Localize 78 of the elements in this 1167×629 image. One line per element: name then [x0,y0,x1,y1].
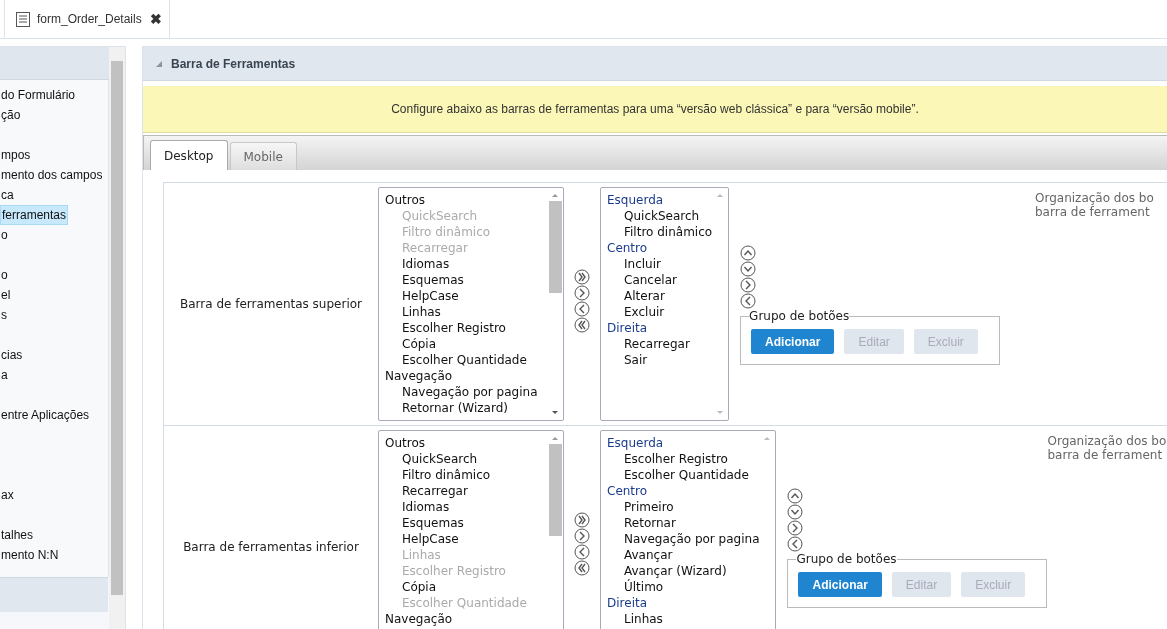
help-text: barra de ferrament [1047,448,1164,462]
list-option[interactable]: Retornar [607,515,760,531]
tab-title: form_Order_Details [37,12,142,26]
list-group-label: Centro [607,240,649,256]
sidebar-item[interactable]: mento dos campos [0,166,104,184]
tab[interactable]: Desktop [150,140,228,170]
panel-title: Barra de Ferramentas [171,56,296,71]
sidebar-item[interactable]: talhes [0,526,35,544]
list-option[interactable]: Escolher Registro [385,320,547,336]
list-option[interactable]: Último [607,579,760,595]
document-tab[interactable]: form_Order_Details ✖ [4,0,170,38]
sidebar-item[interactable]: mpos [0,146,32,164]
list-box[interactable]: Esquerda Escolher Registro Escolher Quantidade Centro Primeiro Retornar Navegação por pagina Avançar Avançar (Wizard) Último Direita Linhas [600,430,777,629]
list-option[interactable]: Esquemas [385,272,547,288]
list-option[interactable]: Navegação por pagina [607,531,760,547]
sidebar-item[interactable]: ção [0,106,22,124]
list-option[interactable]: Linhas [607,611,760,627]
list-option[interactable]: Esquemas [385,515,547,531]
row-label: Barra de ferramentas superior [179,297,362,311]
list-option[interactable]: Incluir [607,256,713,272]
help-text: Organização dos bo [1047,434,1167,448]
sidebar-item[interactable]: o [0,226,9,244]
list-option[interactable]: Recarregar [607,336,713,352]
list-option[interactable]: Escolher Quantidade [385,352,547,368]
list-box[interactable]: Esquerda QuickSearch Filtro dinâmico Centro Incluir Cancelar Alterar Excluir Direita Recarregar Sair [600,187,730,421]
group-legend: Grupo de botões [796,552,897,566]
list-option[interactable]: Escolher Registro [607,451,760,467]
list-group-label: Outros [385,192,427,208]
list-option[interactable]: Cópia [385,336,547,352]
list-option[interactable]: Idiomas [385,256,547,272]
help-text: barra de ferrament [1035,205,1151,219]
group-action-button[interactable]: Adicionar [751,329,835,354]
list-option[interactable]: Alterar [607,288,713,304]
list-option[interactable]: Excluir [607,304,713,320]
list-option[interactable]: Avançar (Wizard) [607,563,760,579]
sidebar-item[interactable]: ax [0,486,15,504]
list-option[interactable]: HelpCase [385,288,547,304]
sidebar-item[interactable]: ca [0,186,15,204]
sidebar-item[interactable]: mento N:N [0,546,60,564]
row-label: Barra de ferramentas inferior [183,540,359,554]
help-text: Organização dos bo [1035,191,1155,205]
list-option[interactable]: HelpCase [385,531,547,547]
list-option[interactable]: Primeiro [607,499,760,515]
list-group-label: Navegação [385,611,454,627]
tab[interactable]: Mobile [229,142,297,170]
notice-text: Configure abaixo as barras de ferramentas para uma “versão web clássica” e para “versão mobile”. [391,102,919,116]
list-group-label: Direita [607,320,649,336]
list-option[interactable]: Linhas [385,304,547,320]
list-option[interactable]: Recarregar [385,483,547,499]
list-group-label: Esquerda [607,435,665,451]
sidebar-item[interactable]: ferramentas [0,205,69,225]
list-option[interactable]: QuickSearch [607,208,713,224]
list-option[interactable]: Filtro dinâmico [385,467,547,483]
list-option[interactable]: Cópia [385,579,547,595]
list-option[interactable]: QuickSearch [385,451,547,467]
list-group-label: Navegação [385,368,454,384]
list-option[interactable]: Navegação por pagina [385,384,547,400]
list-option[interactable]: Retornar (Wizard) [385,400,547,416]
list-group-label: Esquerda [607,192,665,208]
group-legend: Grupo de botões [749,309,850,323]
sidebar-item[interactable]: do Formulário [0,86,77,104]
sidebar-item[interactable]: o [0,266,9,284]
sidebar-item[interactable]: s [0,306,8,324]
list-group-label: Outros [385,435,427,451]
list-option[interactable]: Avançar [607,547,760,563]
list-option[interactable]: Cancelar [607,272,713,288]
sidebar-item[interactable]: cias [0,346,24,364]
list-group-label: Direita [607,595,649,611]
sidebar-item[interactable]: a [0,366,9,384]
close-icon[interactable]: ✖ [149,11,162,27]
list-option[interactable]: Filtro dinâmico [607,224,713,240]
group-action-button[interactable]: Adicionar [798,572,882,597]
sidebar-item[interactable]: el [0,286,12,304]
list-option[interactable]: Idiomas [385,499,547,515]
list-option[interactable]: Escolher Quantidade [607,467,760,483]
list-option[interactable]: Sair [607,352,713,368]
list-group-label: Centro [607,483,649,499]
sidebar-item[interactable]: entre Aplicações [0,406,91,424]
